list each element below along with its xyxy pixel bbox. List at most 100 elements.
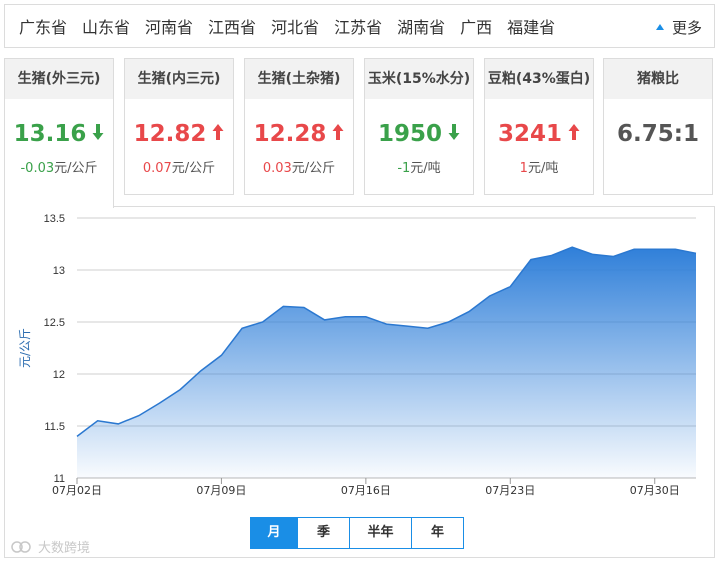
y-tick-label: 13 [53,265,65,277]
y-axis-label: 元/公斤 [18,328,32,368]
more-label: 更多 [671,19,702,37]
arrow-up-icon [332,121,344,147]
card-value: 12.82 [133,121,207,147]
y-tick-label: 13.5 [44,213,65,225]
card-value-row: 13.16 [5,121,113,147]
data-point [654,248,656,250]
price-card-5[interactable]: 猪粮比 6.75:1 [603,58,713,195]
data-point [612,255,614,257]
price-card-3[interactable]: 玉米(15%水分) 1950 -1元/吨 [364,58,474,195]
card-change: 0.07 [142,161,172,176]
price-card-4[interactable]: 豆粕(43%蛋白) 3241 1元/吨 [484,58,594,195]
province-tab-6[interactable]: 湖南省 [397,14,445,38]
province-tab-3[interactable]: 江西省 [208,14,256,38]
data-point [76,435,78,437]
card-change-row: 0.07元/公斤 [125,157,233,176]
y-tick-label: 11.5 [44,421,65,433]
data-point [96,420,98,422]
data-point [200,370,202,372]
card-change: 1 [519,161,528,176]
card-value: 1950 [377,121,442,147]
data-point [571,246,573,248]
data-point [179,388,181,390]
arrow-down-icon [92,121,104,147]
data-point [344,316,346,318]
province-tab-8[interactable]: 福建省 [507,14,555,38]
data-point [592,253,594,255]
card-unit: 元/公斤 [171,161,216,176]
data-point [488,295,490,297]
arrow-up-icon [212,121,224,147]
data-point [385,323,387,325]
data-point [427,327,429,329]
chart-panel: 11 11.5 12 12.5 13 13.5 07月02日 07月09日 07月16日 07月2… [4,206,715,558]
card-value: 3241 [497,121,562,147]
area-fill [77,247,696,478]
caret-up-icon [655,23,664,30]
data-point [117,423,119,425]
card-title: 生猪(土杂猪) [245,59,353,99]
card-title: 玉米(15%水分) [365,59,473,99]
x-tick-label: 07月09日 [196,484,246,497]
card-title: 生猪(内三元) [125,59,233,99]
data-point [158,402,160,404]
card-value: 12.28 [253,121,327,147]
card-unit: 元/公斤 [54,161,98,176]
range-button-month[interactable]: 月 [251,518,297,548]
card-value: 6.75:1 [617,121,699,147]
card-title: 猪粮比 [604,59,712,99]
price-trend-chart: 1111.51212.51313.507月02日 07月09日 07月16日 07月2… [18,213,697,497]
province-tab-7[interactable]: 广西 [460,14,492,38]
province-tab-4[interactable]: 河北省 [271,14,319,38]
data-point [550,254,552,256]
data-point [674,248,676,250]
card-value-row: 3241 [485,121,593,147]
card-title: 豆粕(43%蛋白) [485,59,593,99]
card-change: -0.03 [20,161,55,176]
arrow-down-icon [448,121,460,147]
range-selector: 月 季 半年 年 [250,517,464,549]
data-point [365,316,367,318]
price-card-2[interactable]: 生猪(土杂猪) 12.28 0.03元/公斤 [244,58,354,195]
y-tick-label: 12.5 [44,317,65,329]
data-point [262,321,264,323]
data-point [282,305,284,307]
province-tab-0[interactable]: 广东省 [19,14,67,38]
data-point [695,252,697,254]
x-tick-label: 07月23日 [485,484,535,497]
card-change-row: 0.03元/公斤 [245,157,353,176]
data-point [303,306,305,308]
card-change-row: -0.03元/公斤 [5,157,113,176]
card-change: 0.03 [262,161,292,176]
price-card-0[interactable]: 生猪(外三元) 13.16 -0.03元/公斤 [4,58,114,208]
range-button-half-year[interactable]: 半年 [349,518,411,548]
x-tick-label: 07月02日 [52,484,102,497]
x-tick-label: 07月30日 [630,484,680,497]
card-value-row: 1950 [365,121,473,147]
card-unit: 元/吨 [410,161,441,176]
data-point [406,325,408,327]
data-point [138,414,140,416]
y-tick-label: 12 [53,369,65,381]
data-point [220,354,222,356]
card-title: 生猪(外三元) [5,59,113,99]
price-card-1[interactable]: 生猪(内三元) 12.82 0.07元/公斤 [124,58,234,195]
watermark: 大数跨境 [11,537,90,556]
data-point [323,319,325,321]
province-tab-1[interactable]: 山东省 [82,14,130,38]
card-value-row: 6.75:1 [604,121,712,147]
more-button[interactable]: 更多 [655,17,702,38]
card-unit: 元/公斤 [291,161,336,176]
data-point [633,248,635,250]
card-value-row: 12.82 [125,121,233,147]
watermark-logo-icon [11,540,31,553]
data-point [509,285,511,287]
card-change-row: 1元/吨 [485,157,593,176]
card-unit: 元/吨 [527,161,559,176]
province-tab-2[interactable]: 河南省 [145,14,193,38]
range-button-year[interactable]: 年 [411,518,463,548]
range-button-quarter[interactable]: 季 [297,518,349,548]
province-tab-5[interactable]: 江苏省 [334,14,382,38]
card-value-row: 12.28 [245,121,353,147]
arrow-up-icon [568,121,580,147]
